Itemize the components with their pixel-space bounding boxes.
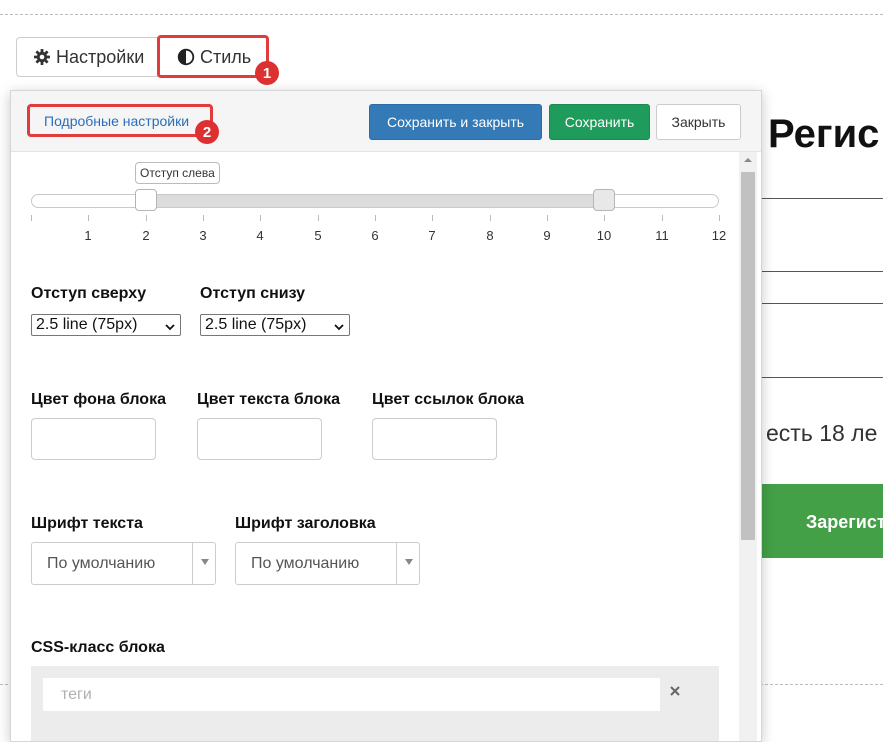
text-color-label: Цвет текста блока	[197, 391, 341, 408]
slider-tick-label: 1	[84, 228, 92, 243]
slider-tick-label: 4	[256, 228, 264, 243]
slider-tick-mark	[146, 215, 147, 221]
callout-badge-1: 1	[255, 61, 279, 85]
tab-style-label: Стиль	[200, 46, 252, 67]
save-button[interactable]: Сохранить	[549, 104, 650, 140]
slider-tick-mark	[318, 215, 319, 221]
callout-badge-2: 2	[195, 120, 219, 144]
background-field-line	[760, 271, 883, 272]
text-font-select[interactable]: По умолчанию	[31, 542, 216, 585]
slider-tick-label: 12	[711, 228, 727, 243]
slider-tooltip: Отступ слева	[135, 162, 220, 184]
select-divider	[396, 543, 397, 584]
slider-handle-right[interactable]	[593, 189, 616, 211]
scrollbar-thumb[interactable]	[741, 172, 755, 540]
close-button[interactable]: Закрыть	[656, 104, 741, 140]
bottom-spacing-select[interactable]: 2.5 line (75px)	[200, 314, 350, 336]
heading-font-value: По умолчанию	[251, 555, 360, 572]
slider-tick-label: 5	[314, 228, 322, 243]
slider-tick-label: 7	[428, 228, 436, 243]
bottom-spacing-value: 2.5 line (75px)	[205, 316, 307, 333]
slider-tick-label: 6	[371, 228, 379, 243]
clear-icon[interactable]	[668, 684, 682, 698]
text-color-input[interactable]	[197, 418, 322, 460]
slider-tick-label: 11	[655, 228, 669, 243]
link-color-label: Цвет ссылок блока	[372, 391, 525, 408]
slider-handle-left[interactable]	[134, 189, 157, 211]
advanced-settings-link[interactable]: Подробные настройки	[44, 113, 189, 129]
css-class-tags-field	[31, 666, 719, 741]
slider-tick-mark	[375, 215, 376, 221]
caret-down-icon	[405, 559, 413, 565]
heading-font-select[interactable]: По умолчанию	[235, 542, 420, 585]
text-font-label: Шрифт текста	[31, 515, 143, 532]
save-and-close-button[interactable]: Сохранить и закрыть	[369, 104, 542, 140]
top-spacing-label: Отступ сверху	[31, 285, 147, 302]
slider-tick-label: 10	[596, 228, 612, 243]
slider-tick-label: 9	[543, 228, 551, 243]
link-color-input[interactable]	[372, 418, 497, 460]
top-spacing-value: 2.5 line (75px)	[36, 316, 138, 333]
caret-down-icon	[201, 559, 209, 565]
slider-tick-mark	[31, 215, 32, 221]
bg-color-input[interactable]	[31, 418, 156, 460]
background-field-line	[760, 377, 883, 378]
slider-tick-mark	[260, 215, 261, 221]
background-field-line	[760, 303, 883, 304]
chevron-down-icon	[333, 320, 345, 332]
slider-tick-mark	[662, 215, 663, 221]
slider-tick-label: 8	[486, 228, 494, 243]
panel-header: Подробные настройки Сохранить и закрыть …	[11, 91, 761, 152]
slider-tick-label: 2	[142, 228, 150, 243]
heading-font-label: Шрифт заголовка	[235, 515, 376, 532]
slider-tick-mark	[203, 215, 204, 221]
indent-slider-range	[145, 194, 605, 208]
tab-style[interactable]: Стиль	[158, 37, 268, 77]
half-circle-contrast-icon	[177, 48, 195, 66]
scroll-up-arrow-icon[interactable]	[739, 156, 757, 168]
slider-tick-mark	[547, 215, 548, 221]
select-divider	[192, 543, 193, 584]
style-panel: Подробные настройки Сохранить и закрыть …	[10, 90, 762, 742]
background-register-button[interactable]: Зарегист	[758, 484, 883, 558]
background-heading: Регис	[768, 112, 880, 156]
slider-tick-mark	[490, 215, 491, 221]
tab-settings[interactable]: Настройки	[16, 37, 158, 77]
slider-tick-mark	[719, 215, 720, 221]
background-field-line	[760, 198, 883, 199]
gear-icon	[33, 48, 51, 66]
panel-scrollbar[interactable]	[739, 152, 757, 741]
slider-tick-mark	[432, 215, 433, 221]
css-class-tags-input[interactable]	[43, 678, 660, 711]
slider-tick-label: 3	[199, 228, 207, 243]
page-top-divider	[0, 14, 883, 15]
text-font-value: По умолчанию	[47, 555, 156, 572]
slider-tick-mark	[88, 215, 89, 221]
background-age-text: есть 18 ле	[766, 420, 878, 446]
top-spacing-select[interactable]: 2.5 line (75px)	[31, 314, 181, 336]
bottom-spacing-label: Отступ снизу	[200, 285, 306, 302]
css-class-label: CSS-класс блока	[31, 639, 165, 656]
slider-tick-mark	[604, 215, 605, 221]
chevron-down-icon	[164, 320, 176, 332]
tab-settings-label: Настройки	[56, 46, 145, 67]
bg-color-label: Цвет фона блока	[31, 391, 166, 408]
